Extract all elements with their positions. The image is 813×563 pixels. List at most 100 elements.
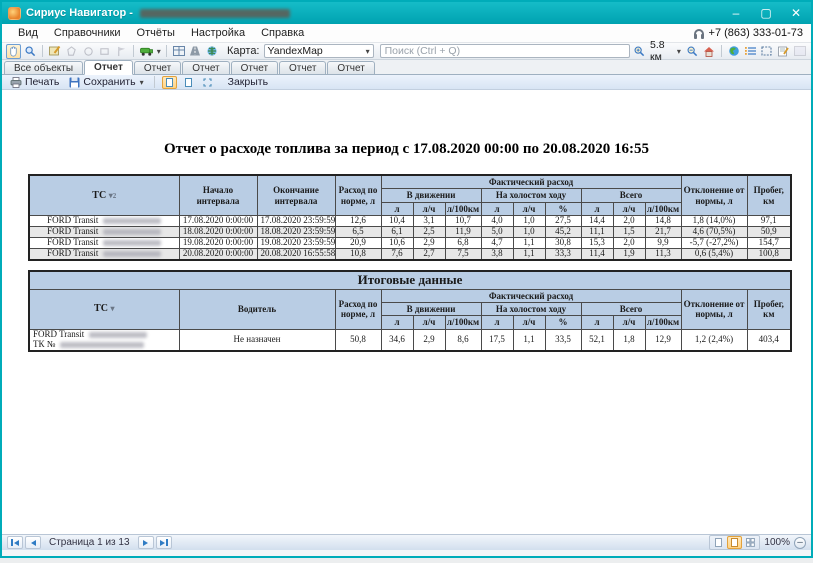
table-cell: 1,9 <box>613 248 645 259</box>
tab-report-active[interactable]: Отчет <box>84 60 133 75</box>
close-button[interactable]: ✕ <box>781 2 811 24</box>
status-bar: Страница 1 из 13 100% – <box>2 534 811 550</box>
unit-header: % <box>545 316 581 329</box>
minimize-button[interactable]: – <box>721 2 751 24</box>
menu-view[interactable]: Вид <box>10 25 46 41</box>
fuel-summary-table: Итоговые данные ТС ▾ Водитель Расход по … <box>28 270 792 352</box>
zoom-tool-icon[interactable] <box>23 44 37 59</box>
headset-icon <box>694 29 704 37</box>
redacted-text <box>89 332 147 338</box>
tab-report-6[interactable]: Отчет <box>327 61 374 74</box>
fit-view-button[interactable] <box>200 76 215 89</box>
selection-frame-icon[interactable] <box>760 44 774 59</box>
notes-icon[interactable] <box>776 44 790 59</box>
normal-view-button[interactable] <box>711 536 726 549</box>
table-cell: 17.08.2020 0:00:00 <box>179 216 257 227</box>
table-cell: 8,6 <box>445 329 481 351</box>
table-cell: 4,6 (70,5%) <box>681 226 747 237</box>
menu-reports[interactable]: Отчёты <box>129 25 183 41</box>
map-provider-select[interactable]: YandexMap ▾ <box>264 44 374 58</box>
save-dropdown-icon[interactable]: ▾ <box>140 78 144 87</box>
edit-map-icon[interactable] <box>48 44 62 59</box>
phone-number: +7 (863) 333-01-73 <box>709 27 803 39</box>
tab-report-5[interactable]: Отчет <box>279 61 326 74</box>
menu-help[interactable]: Справка <box>253 25 312 41</box>
circle-icon[interactable] <box>81 44 95 59</box>
maximize-button[interactable]: ▢ <box>751 2 781 24</box>
unit-header: л <box>581 202 613 215</box>
zoom-out-icon[interactable] <box>685 44 699 59</box>
header-row: ТС ▾ Водитель Расход по норме, л Фактиче… <box>29 289 791 302</box>
table-cell: 1,1 <box>513 248 545 259</box>
table-cell: 18.08.2020 23:59:59 <box>257 226 335 237</box>
table-row: FORD Transit18.08.2020 0:00:0018.08.2020… <box>29 226 791 237</box>
search-input[interactable] <box>380 44 630 58</box>
image-icon[interactable] <box>793 44 807 59</box>
table-cell: 19.08.2020 23:59:59 <box>257 237 335 248</box>
vehicle-icon[interactable] <box>139 44 153 59</box>
summary-row: FORD Transit ТК № Не назначен 50,8 34,6 … <box>29 329 791 351</box>
vehicle-cell: FORD Transit <box>29 237 179 248</box>
table-cell: 17.08.2020 23:59:59 <box>257 216 335 227</box>
pan-hand-icon[interactable] <box>6 44 21 59</box>
globe-refresh-icon[interactable] <box>205 44 219 59</box>
last-page-button[interactable] <box>156 536 172 549</box>
col-header-mileage: Пробег, км <box>747 289 791 329</box>
whole-page-view-button[interactable] <box>181 76 196 89</box>
unit-header: л <box>381 202 413 215</box>
menu-directories[interactable]: Справочники <box>46 25 129 41</box>
rectangle-icon[interactable] <box>97 44 111 59</box>
table-cell: 97,1 <box>747 216 791 227</box>
prev-page-button[interactable] <box>25 536 41 549</box>
vehicle-dropdown-icon[interactable]: ▾ <box>157 47 161 56</box>
globe-icon[interactable] <box>727 44 741 59</box>
flag-icon[interactable] <box>114 44 128 59</box>
polygon-icon[interactable] <box>65 44 79 59</box>
map-label: Карта: <box>227 45 260 57</box>
table-cell: 20.08.2020 16:55:58 <box>257 248 335 259</box>
print-button[interactable]: Печать <box>7 76 62 88</box>
zoom-out-button[interactable]: – <box>794 537 806 549</box>
report-toolbar: Печать Сохранить ▾ Закрыть <box>2 75 811 90</box>
close-report-button[interactable]: Закрыть <box>225 76 271 88</box>
tab-report-2[interactable]: Отчет <box>134 61 181 74</box>
table-cell: 33,5 <box>545 329 581 351</box>
vehicle-cell: FORD Transit <box>29 226 179 237</box>
next-page-button[interactable] <box>138 536 154 549</box>
save-button[interactable]: Сохранить ▾ <box>66 76 146 88</box>
main-toolbar: ▾ Карта: YandexMap ▾ 5.8 км ▾ <box>2 43 811 60</box>
page-icon <box>166 78 173 87</box>
app-icon <box>8 7 21 20</box>
view-mode-buttons <box>709 535 760 550</box>
zoom-level: 100% <box>764 537 790 548</box>
tab-report-3[interactable]: Отчет <box>182 61 229 74</box>
page-width-view-button[interactable] <box>162 76 177 89</box>
table-cell: 2,9 <box>413 329 445 351</box>
table-cell: 6,1 <box>381 226 413 237</box>
page-layout-view-button[interactable] <box>727 536 742 549</box>
unit-header: л/100км <box>445 202 481 215</box>
unit-header: л/100км <box>445 316 481 329</box>
table-cell: 1,8 (14,0%) <box>681 216 747 227</box>
sort-desc-icon: ▾ <box>110 304 114 313</box>
unit-header: л/ч <box>413 202 445 215</box>
home-icon[interactable] <box>701 44 715 59</box>
tab-all-objects[interactable]: Все объекты <box>4 61 83 74</box>
tab-report-4[interactable]: Отчет <box>231 61 278 74</box>
table-cell: 11,1 <box>581 226 613 237</box>
table-cell: 17,5 <box>481 329 513 351</box>
map-provider-value: YandexMap <box>268 45 323 57</box>
table-cell: 2,0 <box>613 216 645 227</box>
table-row: FORD Transit20.08.2020 0:00:0020.08.2020… <box>29 248 791 259</box>
col-header-interval-end: Окончание интервала <box>257 175 335 216</box>
menu-settings[interactable]: Настройка <box>183 25 253 41</box>
list-icon[interactable] <box>743 44 757 59</box>
table-cell: 11,4 <box>581 248 613 259</box>
zoom-in-icon[interactable] <box>632 44 646 59</box>
multi-page-view-button[interactable] <box>743 536 758 549</box>
table-cell: 403,4 <box>747 329 791 351</box>
road-icon[interactable] <box>188 44 202 59</box>
page-icon <box>715 538 722 547</box>
track-table-icon[interactable] <box>172 44 186 59</box>
first-page-button[interactable] <box>7 536 23 549</box>
